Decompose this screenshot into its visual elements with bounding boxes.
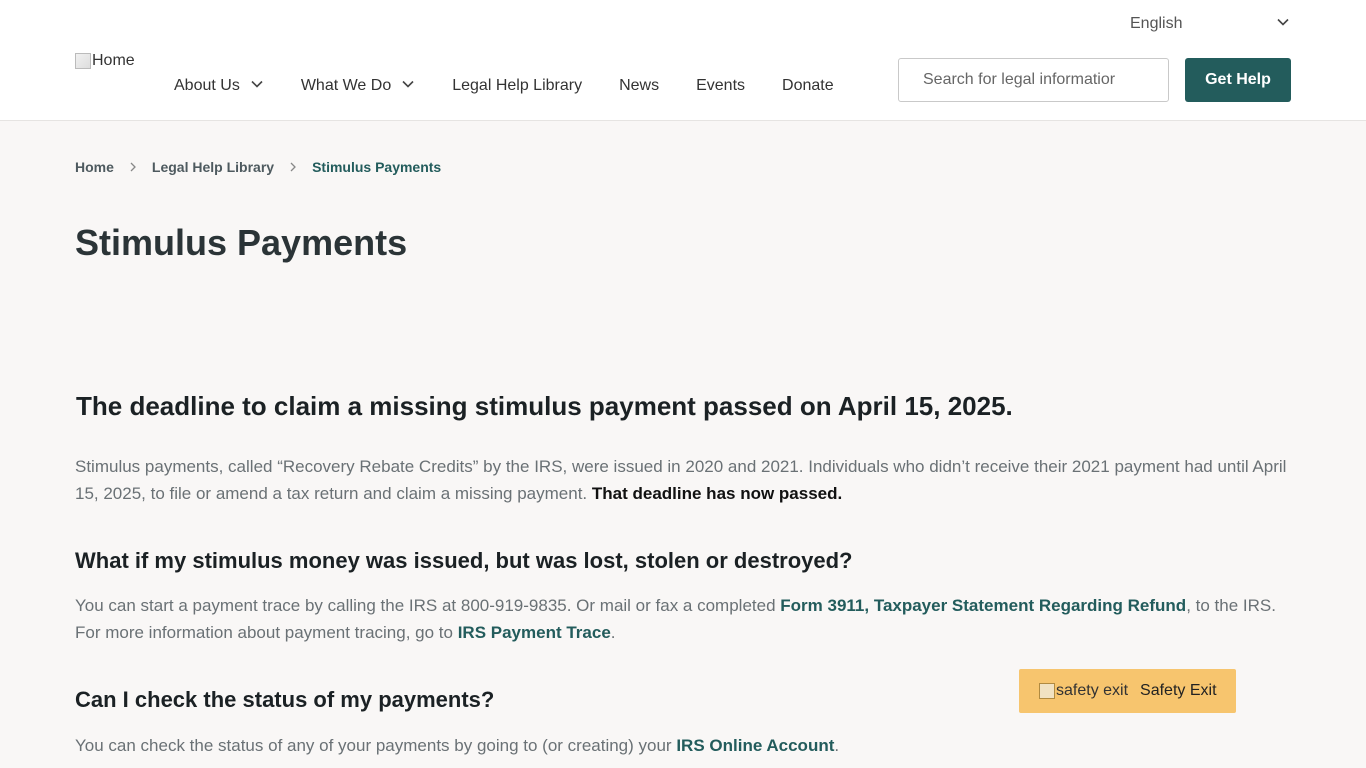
nav-item-about-us[interactable]: About Us: [174, 76, 264, 96]
site-header: English Home About Us What We Do Legal H…: [0, 0, 1366, 121]
broken-image-icon: [1039, 683, 1055, 699]
home-logo-link[interactable]: Home: [75, 52, 135, 70]
trace-text-a: You can start a payment trace by calling…: [75, 596, 781, 615]
chevron-right-icon: [288, 162, 298, 172]
get-help-button[interactable]: Get Help: [1185, 58, 1291, 102]
status-paragraph: You can check the status of any of your …: [75, 732, 1295, 759]
safety-exit-alt-text: safety exit: [1056, 682, 1129, 699]
chevron-down-icon: [391, 77, 415, 96]
breadcrumb-home-link[interactable]: Home: [75, 159, 114, 175]
language-label: English: [1130, 15, 1183, 32]
form-3911-link[interactable]: Form 3911, Taxpayer Statement Regarding …: [780, 596, 1186, 615]
status-text-b: .: [834, 736, 840, 755]
nav-item-events[interactable]: Events: [696, 76, 745, 96]
breadcrumb-current: Stimulus Payments: [312, 159, 442, 175]
nav-item-donate[interactable]: Donate: [782, 76, 834, 96]
trace-text-c: .: [610, 623, 616, 642]
nav-item-label: What We Do: [300, 77, 392, 94]
language-selector[interactable]: English: [1130, 12, 1290, 36]
nav-item-news[interactable]: News: [619, 76, 659, 96]
breadcrumb: Home Legal Help Library Stimulus Payment…: [75, 159, 441, 175]
chevron-right-icon: [128, 162, 138, 172]
chevron-down-icon: [240, 77, 264, 96]
safety-exit-image: safety exit: [1039, 682, 1128, 700]
irs-payment-trace-link[interactable]: IRS Payment Trace: [458, 623, 611, 642]
breadcrumb-library-link[interactable]: Legal Help Library: [152, 159, 274, 175]
deadline-passed-text: That deadline has now passed.: [591, 484, 843, 503]
nav-item-label: About Us: [174, 77, 240, 94]
status-text-a: You can check the status of any of your …: [75, 736, 677, 755]
nav-item-legal-help-library[interactable]: Legal Help Library: [452, 76, 582, 96]
nav-item-label: News: [619, 77, 660, 94]
chevron-down-icon: [1276, 15, 1290, 34]
nav-item-label: Legal Help Library: [452, 77, 583, 94]
nav-item-label: Events: [696, 77, 746, 94]
search-input[interactable]: [898, 58, 1169, 102]
safety-exit-label: Safety Exit: [1140, 682, 1217, 699]
main-nav: About Us What We Do Legal Help Library N…: [174, 76, 871, 96]
nav-item-what-we-do[interactable]: What We Do: [301, 76, 415, 96]
logo-alt-text: Home: [92, 52, 135, 69]
page-title: Stimulus Payments: [75, 222, 408, 263]
lost-money-heading: What if my stimulus money was issued, bu…: [75, 548, 853, 573]
intro-paragraph: Stimulus payments, called “Recovery Reba…: [75, 453, 1295, 507]
safety-exit-button[interactable]: safety exit Safety Exit: [1019, 669, 1236, 713]
nav-item-label: Donate: [782, 77, 834, 94]
broken-image-icon: [75, 53, 91, 69]
deadline-heading: The deadline to claim a missing stimulus…: [76, 391, 1013, 421]
irs-online-account-link[interactable]: IRS Online Account: [676, 736, 834, 755]
payment-trace-paragraph: You can start a payment trace by calling…: [75, 592, 1295, 646]
